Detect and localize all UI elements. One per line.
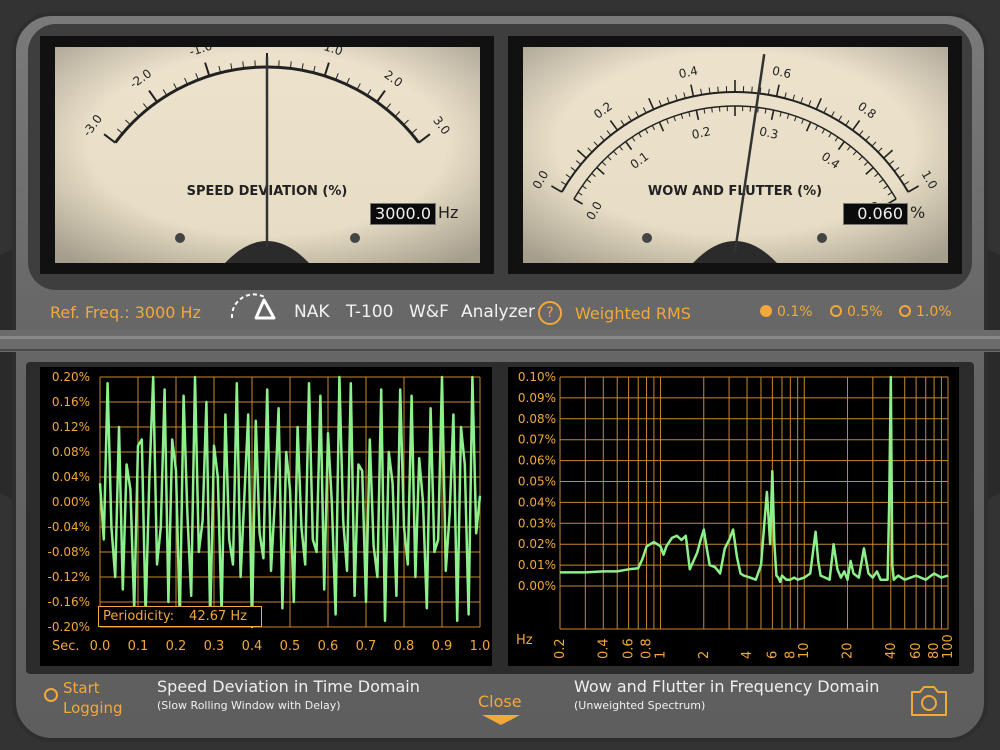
scale-tick [711, 107, 713, 113]
x-tick-label: 0.1 [128, 639, 149, 654]
x-axis-label: Hz [516, 633, 533, 648]
x-tick-label: 0.5 [280, 639, 301, 654]
x-tick-label: 0.0 [90, 639, 111, 654]
wow-flutter-readout: 0.060 [843, 203, 908, 225]
y-tick-label: 0.02% [518, 537, 556, 551]
time-plot-title: Speed Deviation in Time Domain [157, 677, 420, 696]
y-tick-label: 0.07% [518, 433, 556, 447]
x-tick-label: 2 [697, 651, 712, 659]
x-tick-label: 0.6 [318, 639, 339, 654]
x-tick-label: 0.7 [356, 639, 377, 654]
tape-reel-logo-icon [230, 293, 276, 320]
x-tick-label: 100 [941, 634, 956, 659]
ref-freq-label: Ref. Freq.: 3000 Hz [50, 303, 201, 322]
periodicity-label: Periodicity: [103, 609, 175, 624]
x-tick-label: 1 [653, 651, 668, 659]
y-tick-label: 0.20% [52, 370, 90, 384]
x-tick-label: 6 [765, 651, 780, 659]
model-label: T-100 [346, 302, 394, 322]
range-radio-0.5[interactable]: 0.5% [830, 304, 883, 320]
range-label: 0.1% [777, 304, 813, 320]
frequency-readout: 3000.0 [370, 203, 436, 225]
frequency-unit: Hz [438, 203, 459, 222]
wow-flutter-unit: % [910, 203, 926, 222]
range-radio-1.0[interactable]: 1.0% [899, 304, 952, 320]
y-tick-label: 0.04% [518, 495, 556, 509]
x-tick-label: 60 [909, 642, 924, 659]
help-button[interactable]: ? [538, 301, 562, 325]
x-tick-label: 0.2 [553, 638, 568, 659]
meter-screw [175, 233, 185, 243]
y-tick-label: -0.04% [48, 520, 90, 534]
y-tick-label: 0.01% [518, 558, 556, 572]
x-tick-label: 10 [797, 642, 812, 659]
time-plot-subtitle: (Slow Rolling Window with Delay) [157, 699, 341, 712]
y-tick-label: 0.06% [518, 454, 556, 468]
speed-deviation-meter: -3.0-2.0-1.00.01.02.03.0 SPEED DEVIATION… [55, 47, 480, 263]
range-label: 1.0% [916, 304, 952, 320]
wf-label: W&F [409, 302, 449, 322]
x-tick-label: 40 [884, 642, 899, 659]
y-tick-label: 0.09% [518, 391, 556, 405]
y-tick-label: 0.00% [518, 579, 556, 593]
chevron-down-icon[interactable] [480, 714, 522, 726]
radio-unselected-icon [830, 305, 842, 317]
wow-flutter-meter: 0.00.20.40.60.81.00.00.10.20.30.40.5 WOW… [523, 47, 948, 263]
y-tick-label: 0.08% [52, 445, 90, 459]
x-tick-label: 0.4 [242, 639, 263, 654]
y-tick-label: 0.04% [52, 470, 90, 484]
x-tick-label: 0.8 [640, 638, 655, 659]
frequency-domain-chart: 0.10% 0.09% 0.08% 0.07% 0.06% 0.05% 0.04% 0.03%… [516, 370, 956, 659]
radio-selected-icon [760, 305, 772, 317]
y-tick-label: -0.16% [48, 595, 90, 609]
meter-screw [642, 233, 652, 243]
close-button[interactable]: Close [478, 692, 522, 711]
y-tick-label: 0.12% [52, 420, 90, 434]
time-domain-plot: 0.20% 0.16% 0.12% 0.08% 0.04% 0.00% -0.04% -0.0… [40, 367, 492, 666]
x-axis-label: Sec. [52, 639, 80, 654]
y-tick-label: 0.16% [52, 395, 90, 409]
brand-label: NAK [294, 302, 330, 322]
scale-tick [717, 86, 719, 93]
spectrum-series [560, 375, 949, 584]
start-logging-button[interactable]: Start Logging [63, 678, 133, 718]
y-tick-label: -0.08% [48, 545, 90, 559]
x-tick-label: 0.2 [166, 639, 187, 654]
y-tick-label: 0.03% [518, 516, 556, 530]
periodicity-value: 42.67 Hz [189, 609, 247, 624]
x-tick-label: 0.3 [204, 639, 225, 654]
freq-plot-title: Wow and Flutter in Frequency Domain [574, 677, 880, 696]
wow-flutter-title: WOW AND FLUTTER (%) [648, 184, 822, 199]
analyzer-label: Analyzer [461, 302, 535, 322]
x-tick-label: 0.8 [394, 639, 415, 654]
range-radio-0.1[interactable]: 0.1% [760, 304, 813, 320]
y-tick-label: 0.00% [52, 495, 90, 509]
x-tick-label: 4 [740, 651, 755, 659]
x-tick-label: 0.6 [622, 638, 637, 659]
freq-plot-subtitle: (Unweighted Spectrum) [574, 699, 706, 712]
y-tick-label: 0.10% [518, 370, 556, 384]
scale-tick [757, 107, 759, 113]
y-tick-label: -0.20% [48, 620, 90, 634]
frequency-domain-plot: 0.10% 0.09% 0.08% 0.07% 0.06% 0.05% 0.04% 0.03%… [508, 367, 959, 666]
x-tick-label: 1.0 [470, 639, 491, 654]
x-tick-label: 8 [783, 651, 798, 659]
mode-label[interactable]: Weighted RMS [575, 304, 691, 323]
x-tick-label: 0.9 [432, 639, 453, 654]
radio-unselected-icon [899, 305, 911, 317]
meter-screw [817, 233, 827, 243]
x-tick-label: 80 [927, 642, 942, 659]
y-tick-label: -0.12% [48, 570, 90, 584]
camera-icon[interactable] [908, 684, 950, 718]
scale-tick [751, 86, 753, 93]
periodicity-box: Periodicity: 42.67 Hz [98, 606, 262, 627]
y-tick-label: 0.05% [518, 475, 556, 489]
x-tick-label: 20 [841, 642, 856, 659]
range-label: 0.5% [847, 304, 883, 320]
analyzer-window: -3.0-2.0-1.00.01.02.03.0 SPEED DEVIATION… [0, 0, 1000, 750]
x-tick-label: 0.4 [596, 638, 611, 659]
y-tick-label: 0.08% [518, 412, 556, 426]
meter-screw [350, 233, 360, 243]
logging-radio-icon[interactable] [44, 688, 58, 702]
